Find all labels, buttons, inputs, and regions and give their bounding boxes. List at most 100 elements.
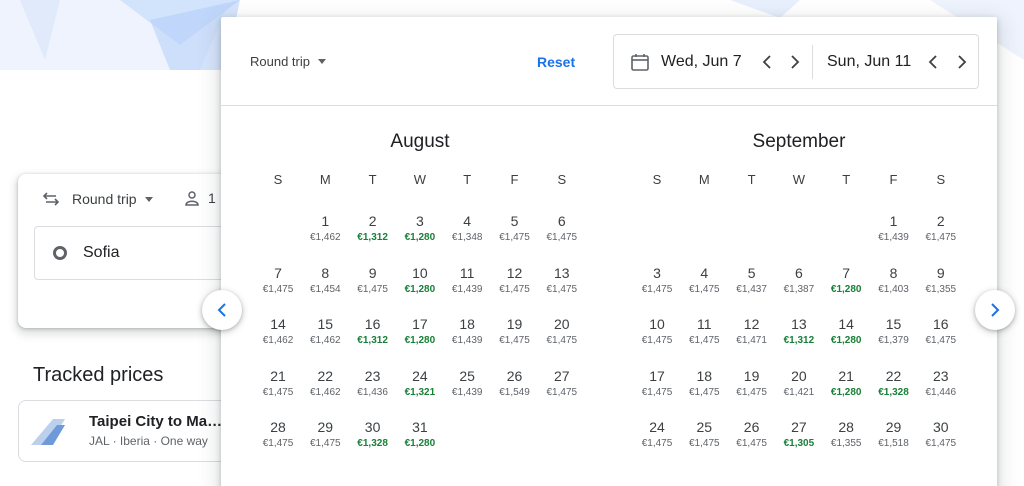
calendar-day[interactable]: 29 €1,475 bbox=[302, 419, 348, 450]
weekday-label: S bbox=[557, 172, 567, 187]
weekday-label: T bbox=[747, 172, 756, 187]
day-price: €1,355 bbox=[830, 438, 862, 449]
calendar-day[interactable]: 16 €1,475 bbox=[918, 316, 964, 347]
calendar-day[interactable]: 4 €1,475 bbox=[681, 265, 727, 296]
calendar-day[interactable]: 8 €1,403 bbox=[871, 265, 917, 296]
calendar-day[interactable]: 3 €1,280 bbox=[397, 213, 443, 244]
calendar-day[interactable]: 25 €1,475 bbox=[681, 419, 727, 450]
day-price: €1,280 bbox=[830, 386, 862, 398]
calendar-day[interactable]: 3 €1,475 bbox=[634, 265, 680, 296]
calendar-day[interactable]: 18 €1,439 bbox=[444, 316, 490, 347]
calendar-day[interactable]: 14 €1,280 bbox=[823, 316, 869, 347]
passenger-select-bg[interactable]: 1 bbox=[184, 190, 216, 206]
departure-prev-button[interactable] bbox=[756, 51, 778, 73]
weekday-label: S bbox=[273, 172, 283, 187]
calendar-day[interactable]: 6 €1,387 bbox=[776, 265, 822, 296]
calendar-day[interactable]: 20 €1,421 bbox=[776, 368, 822, 399]
day-number: 20 bbox=[554, 316, 570, 332]
reset-button[interactable]: Reset bbox=[537, 54, 575, 70]
calendar-day[interactable]: 26 €1,549 bbox=[492, 368, 538, 399]
calendar-day[interactable]: 21 €1,475 bbox=[255, 368, 301, 399]
calendar-day[interactable]: 16 €1,312 bbox=[350, 316, 396, 347]
calendar-day[interactable]: 24 €1,475 bbox=[634, 419, 680, 450]
day-price: €1,312 bbox=[783, 335, 815, 346]
calendar-day[interactable]: 4 €1,348 bbox=[444, 213, 490, 244]
trip-type-select[interactable]: Round trip bbox=[250, 54, 326, 69]
calendar-day[interactable]: 21 €1,280 bbox=[823, 368, 869, 399]
return-prev-button[interactable] bbox=[922, 51, 944, 73]
calendar-day[interactable]: 6 €1,475 bbox=[539, 213, 585, 244]
day-number: 8 bbox=[889, 264, 898, 281]
calendar-day[interactable]: 20 €1,475 bbox=[539, 316, 585, 347]
calendar-day[interactable]: 25 €1,439 bbox=[444, 368, 490, 399]
day-price: €1,312 bbox=[357, 232, 388, 243]
calendar-day[interactable]: 15 €1,379 bbox=[871, 316, 917, 347]
day-price: €1,437 bbox=[736, 283, 767, 295]
calendar-day[interactable]: 7 €1,280 bbox=[823, 265, 869, 296]
calendar-day[interactable]: 23 €1,446 bbox=[918, 368, 964, 399]
departure-next-button[interactable] bbox=[784, 51, 806, 73]
calendar-day[interactable]: 1 €1,462 bbox=[302, 213, 348, 244]
day-price: €1,475 bbox=[925, 335, 957, 346]
return-date[interactable]: Sun, Jun 11 bbox=[827, 53, 911, 71]
calendar-day[interactable]: 15 €1,462 bbox=[302, 316, 348, 347]
calendar-day[interactable]: 13 €1,475 bbox=[539, 265, 585, 296]
calendar-day[interactable]: 22 €1,462 bbox=[302, 368, 348, 399]
day-price: €1,475 bbox=[736, 438, 767, 449]
previous-month-button[interactable] bbox=[202, 290, 242, 330]
calendar-day[interactable]: 2 €1,475 bbox=[918, 213, 964, 244]
calendar-day[interactable]: 11 €1,439 bbox=[444, 265, 490, 296]
calendar-day[interactable]: 5 €1,437 bbox=[729, 265, 775, 296]
calendar-day[interactable]: 17 €1,475 bbox=[634, 368, 680, 399]
day-number: 16 bbox=[364, 316, 381, 332]
return-next-button[interactable] bbox=[951, 51, 973, 73]
calendar-day[interactable]: 8 €1,454 bbox=[302, 265, 348, 296]
calendar-day[interactable]: 30 €1,475 bbox=[918, 419, 964, 450]
calendar-day[interactable]: 19 €1,475 bbox=[492, 316, 538, 347]
calendar-day[interactable]: 9 €1,475 bbox=[350, 265, 396, 296]
day-price: €1,328 bbox=[878, 386, 909, 398]
day-number: 20 bbox=[791, 367, 807, 384]
calendar-day[interactable]: 17 €1,280 bbox=[397, 316, 443, 347]
calendar-day[interactable]: 10 €1,280 bbox=[397, 265, 443, 296]
day-number: 28 bbox=[838, 419, 854, 435]
calendar-day[interactable]: 18 €1,475 bbox=[681, 368, 727, 399]
calendar-day[interactable]: 30 €1,328 bbox=[350, 419, 396, 450]
calendar-day[interactable]: 9 €1,355 bbox=[918, 265, 964, 296]
calendar-day[interactable]: 28 €1,355 bbox=[823, 419, 869, 450]
chevron-right-icon bbox=[958, 55, 967, 69]
trip-type-select-bg[interactable]: Round trip bbox=[42, 190, 153, 208]
day-price: €1,475 bbox=[262, 386, 294, 398]
date-range-field: Wed, Jun 7 Sun, Jun 11 bbox=[613, 34, 979, 89]
calendar-day[interactable]: 5 €1,475 bbox=[492, 213, 538, 244]
calendar-day[interactable]: 24 €1,321 bbox=[397, 368, 443, 399]
calendar-day[interactable]: 7 €1,475 bbox=[255, 265, 301, 296]
calendar-day[interactable]: 11 €1,475 bbox=[681, 316, 727, 347]
calendar-day[interactable]: 12 €1,471 bbox=[729, 316, 775, 347]
next-month-button[interactable] bbox=[975, 290, 1015, 330]
day-price: €1,387 bbox=[783, 283, 815, 295]
departure-date[interactable]: Wed, Jun 7 bbox=[661, 53, 742, 71]
calendar-day[interactable]: 14 €1,462 bbox=[255, 316, 301, 347]
passenger-count: 1 bbox=[208, 190, 216, 206]
origin-value: Sofia bbox=[83, 244, 120, 261]
calendar-day[interactable]: 22 €1,328 bbox=[871, 368, 917, 399]
calendar-day[interactable]: 31 €1,280 bbox=[397, 419, 443, 450]
calendar-day[interactable]: 19 €1,475 bbox=[729, 368, 775, 399]
weekday-label: S bbox=[936, 172, 946, 187]
calendar-day[interactable]: 27 €1,305 bbox=[776, 419, 822, 450]
calendar-day[interactable]: 26 €1,475 bbox=[729, 419, 775, 450]
calendar-day[interactable]: 2 €1,312 bbox=[350, 213, 396, 244]
calendar-day[interactable]: 27 €1,475 bbox=[539, 368, 585, 399]
day-number: 8 bbox=[321, 264, 330, 281]
calendar-day[interactable]: 10 €1,475 bbox=[634, 316, 680, 347]
calendar-day[interactable]: 29 €1,518 bbox=[871, 419, 917, 450]
day-price: €1,475 bbox=[262, 438, 294, 449]
day-number: 10 bbox=[649, 316, 665, 332]
calendar-day[interactable]: 12 €1,475 bbox=[492, 265, 538, 296]
calendar-day[interactable]: 23 €1,436 bbox=[350, 368, 396, 399]
calendar-day[interactable]: 28 €1,475 bbox=[255, 419, 301, 450]
calendar-day[interactable]: 1 €1,439 bbox=[871, 213, 917, 244]
day-number: 25 bbox=[696, 419, 713, 435]
calendar-day[interactable]: 13 €1,312 bbox=[776, 316, 822, 347]
